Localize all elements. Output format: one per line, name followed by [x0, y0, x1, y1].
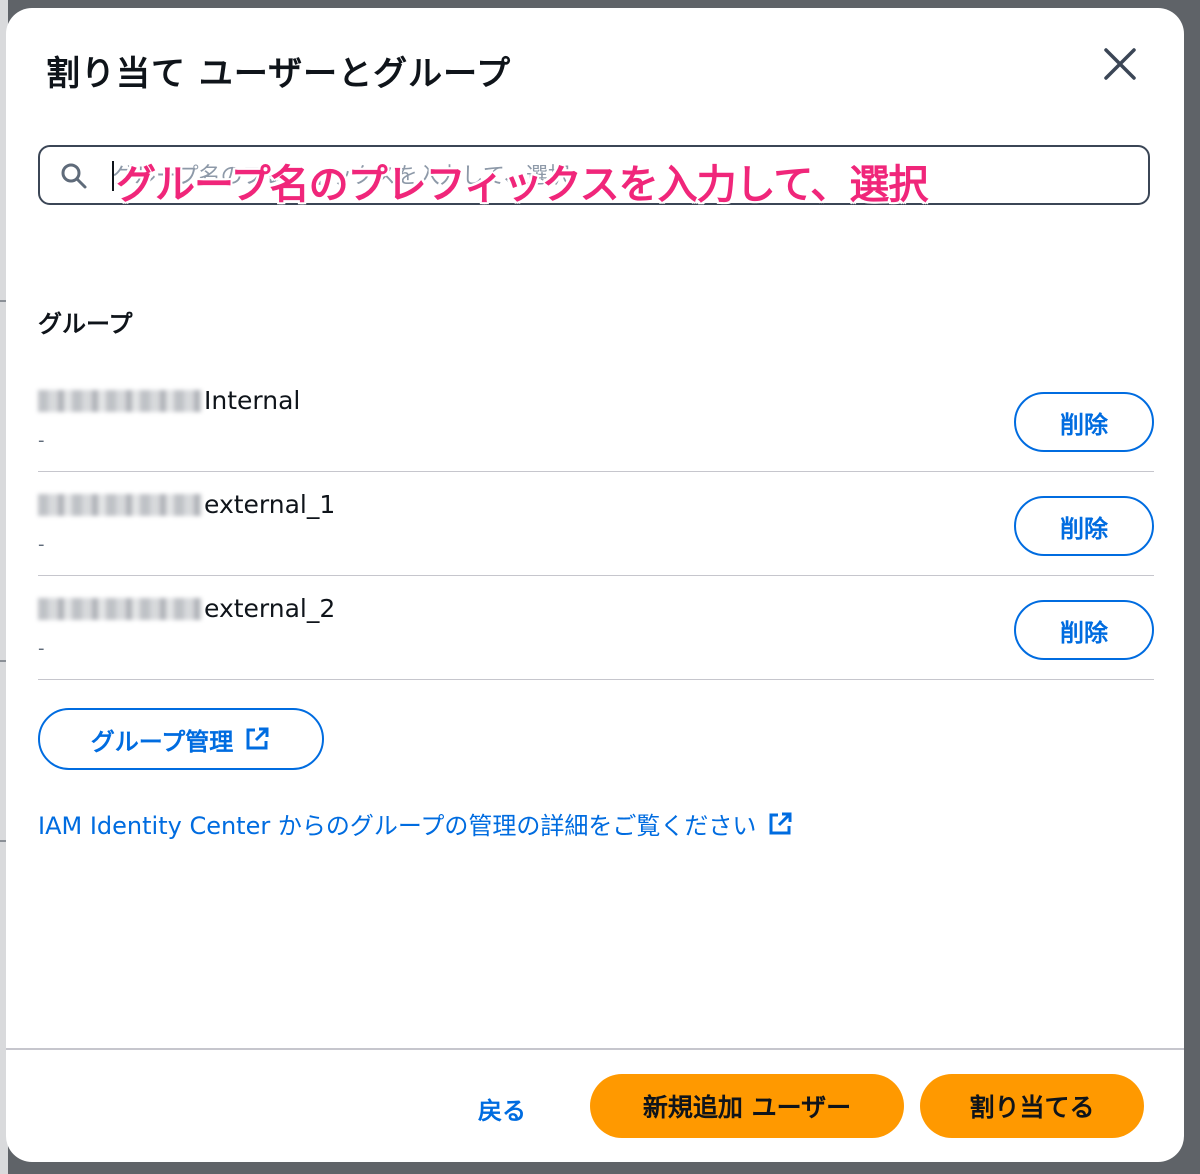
assign-users-groups-dialog: 割り当て ユーザーとグループ グループ名のプレフィックスを入力して、選択 グルー…: [6, 8, 1184, 1162]
learn-more-link[interactable]: IAM Identity Center からのグループの管理の詳細をご覧ください: [38, 806, 794, 841]
group-description: -: [38, 638, 45, 659]
redacted-prefix: [38, 389, 202, 412]
groups-heading: グループ: [38, 310, 133, 338]
group-name-suffix: external_1: [204, 490, 336, 519]
remove-group-button[interactable]: 削除: [1014, 600, 1154, 660]
redacted-prefix: [38, 597, 202, 620]
annotation-overlay: グループ名のプレフィックスを入力して、選択: [116, 162, 928, 208]
manage-groups-label: グループ管理: [90, 727, 234, 756]
assigned-groups-list: Internal - 削除 external_1 - 削除 external_2…: [38, 368, 1154, 680]
group-row: Internal - 削除: [38, 368, 1154, 472]
back-button[interactable]: 戻る: [456, 1078, 548, 1138]
group-name: external_1: [38, 490, 335, 519]
assign-button[interactable]: 割り当てる: [920, 1074, 1144, 1138]
group-name: Internal: [38, 386, 300, 415]
external-link-icon: [769, 812, 792, 834]
dialog-title: 割り当て ユーザーとグループ: [46, 54, 512, 94]
group-description: -: [38, 534, 45, 555]
external-link-icon: [246, 727, 269, 750]
text-caret: [112, 161, 114, 191]
redacted-prefix: [38, 493, 202, 516]
remove-group-button[interactable]: 削除: [1014, 496, 1154, 556]
group-row: external_1 - 削除: [38, 472, 1154, 576]
search-icon: [61, 163, 87, 189]
add-new-user-button[interactable]: 新規追加 ユーザー: [590, 1074, 904, 1138]
footer-divider: [6, 1048, 1184, 1050]
remove-group-button[interactable]: 削除: [1014, 392, 1154, 452]
manage-groups-button[interactable]: グループ管理: [38, 708, 324, 770]
learn-more-label: IAM Identity Center からのグループの管理の詳細をご覧ください: [38, 812, 757, 840]
group-name-suffix: Internal: [204, 386, 301, 415]
group-row: external_2 - 削除: [38, 576, 1154, 680]
close-button[interactable]: [1098, 42, 1142, 86]
group-description: -: [38, 430, 45, 451]
close-icon: [1104, 48, 1136, 80]
group-name-suffix: external_2: [204, 594, 336, 623]
group-name: external_2: [38, 594, 335, 623]
